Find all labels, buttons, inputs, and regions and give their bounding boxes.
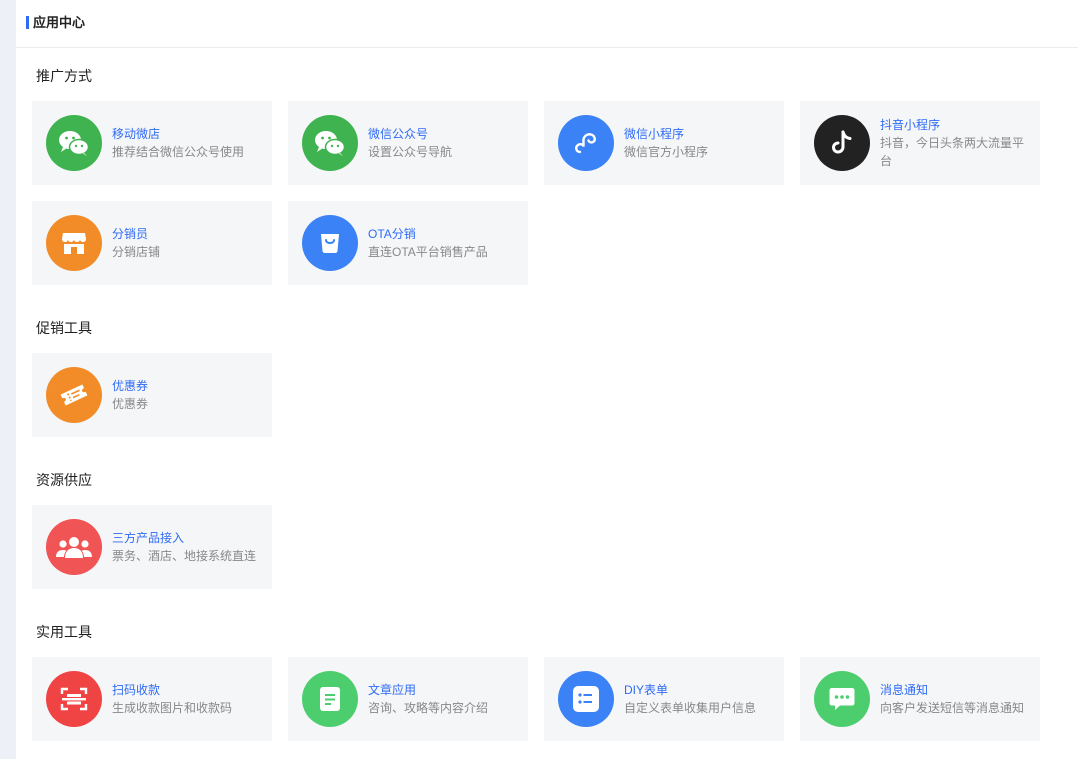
card-name: 文章应用 (368, 683, 417, 697)
tiktok-icon (814, 115, 870, 171)
app-card-scan-payment[interactable]: 扫码收款 生成收款图片和收款码 (32, 657, 272, 741)
app-card-third-party-products[interactable]: 三方产品接入 票务、酒店、地接系统直连 (32, 505, 272, 589)
app-card-ota-distribution[interactable]: OTA分销 直连OTA平台销售产品 (288, 201, 528, 285)
card-name: 优惠券 (112, 379, 149, 393)
card-grid: 移动微店 推荐结合微信公众号使用 微信公众号 设置公众号导航 微信小程序 微信官… (32, 101, 1072, 285)
card-description: 直连OTA平台销售产品 (368, 245, 488, 259)
card-name: 微信公众号 (368, 127, 429, 141)
app-card-distributor[interactable]: 分销员 分销店铺 (32, 201, 272, 285)
card-name: DIY表单 (624, 683, 669, 697)
card-text: 微信公众号 设置公众号导航 (368, 126, 518, 161)
card-text: 优惠券 优惠券 (112, 378, 262, 413)
form-icon (558, 671, 614, 727)
card-text: 消息通知 向客户发送短信等消息通知 (880, 682, 1030, 717)
card-text: 微信小程序 微信官方小程序 (624, 126, 774, 161)
store-icon (46, 215, 102, 271)
card-text: 扫码收款 生成收款图片和收款码 (112, 682, 262, 717)
app-card-wechat-mini-program[interactable]: 微信小程序 微信官方小程序 (544, 101, 784, 185)
app-card-message-notification[interactable]: 消息通知 向客户发送短信等消息通知 (800, 657, 1040, 741)
card-text: 移动微店 推荐结合微信公众号使用 (112, 126, 262, 161)
card-grid: 扫码收款 生成收款图片和收款码 文章应用 咨询、攻略等内容介绍 DIY表单 自定… (32, 657, 1072, 741)
card-name: 移动微店 (112, 127, 161, 141)
section-title: 推广方式 (36, 68, 92, 84)
card-text: 文章应用 咨询、攻略等内容介绍 (368, 682, 518, 717)
coupon-icon (46, 367, 102, 423)
card-description: 抖音，今日头条两大流量平台 (880, 136, 1025, 168)
left-rail (0, 0, 16, 759)
shopping-bag-icon (302, 215, 358, 271)
card-name: 分销员 (112, 227, 149, 241)
card-name: 扫码收款 (112, 683, 161, 697)
app-card-wechat-official-account[interactable]: 微信公众号 设置公众号导航 (288, 101, 528, 185)
wechat-icon (46, 115, 102, 171)
app-card-mobile-store[interactable]: 移动微店 推荐结合微信公众号使用 (32, 101, 272, 185)
message-icon (814, 671, 870, 727)
card-description: 微信官方小程序 (624, 145, 709, 159)
card-name: 抖音小程序 (880, 118, 941, 132)
card-grid: 三方产品接入 票务、酒店、地接系统直连 (32, 505, 1072, 589)
page-title: 应用中心 (33, 15, 86, 30)
card-description: 自定义表单收集用户信息 (624, 701, 757, 715)
card-grid: 优惠券 优惠券 (32, 353, 1072, 437)
section-utility-tools: 实用工具 扫码收款 生成收款图片和收款码 文章应用 咨询、攻略等内容介绍 DIY… (32, 624, 1072, 741)
card-description: 推荐结合微信公众号使用 (112, 145, 245, 159)
card-description: 优惠券 (112, 397, 149, 411)
card-name: 微信小程序 (624, 127, 685, 141)
page-header: 应用中心 (16, 0, 1078, 48)
header-accent-bar (26, 16, 29, 29)
card-description: 设置公众号导航 (368, 145, 453, 159)
card-text: 抖音小程序 抖音，今日头条两大流量平台 (880, 117, 1030, 170)
card-text: OTA分销 直连OTA平台销售产品 (368, 226, 518, 261)
card-name: OTA分销 (368, 227, 416, 241)
article-icon (302, 671, 358, 727)
card-description: 向客户发送短信等消息通知 (880, 701, 1025, 715)
app-card-coupon[interactable]: 优惠券 优惠券 (32, 353, 272, 437)
card-description: 分销店铺 (112, 245, 161, 259)
section-title: 实用工具 (36, 624, 92, 640)
section-promotion-tools: 促销工具 优惠券 优惠券 (32, 320, 1072, 437)
card-name: 消息通知 (880, 683, 929, 697)
app-card-diy-form[interactable]: DIY表单 自定义表单收集用户信息 (544, 657, 784, 741)
wechat-icon (302, 115, 358, 171)
app-card-article[interactable]: 文章应用 咨询、攻略等内容介绍 (288, 657, 528, 741)
section-promotion: 推广方式 移动微店 推荐结合微信公众号使用 微信公众号 设置公众号导航 微信小程… (32, 68, 1072, 285)
card-description: 票务、酒店、地接系统直连 (112, 549, 257, 563)
scan-icon (46, 671, 102, 727)
section-title: 资源供应 (36, 472, 92, 488)
section-title: 促销工具 (36, 320, 92, 336)
card-text: 分销员 分销店铺 (112, 226, 262, 261)
card-description: 生成收款图片和收款码 (112, 701, 233, 715)
app-card-tiktok-mini-program[interactable]: 抖音小程序 抖音，今日头条两大流量平台 (800, 101, 1040, 185)
card-name: 三方产品接入 (112, 531, 185, 545)
section-resource-supply: 资源供应 三方产品接入 票务、酒店、地接系统直连 (32, 472, 1072, 589)
card-description: 咨询、攻略等内容介绍 (368, 701, 489, 715)
card-text: DIY表单 自定义表单收集用户信息 (624, 682, 774, 717)
users-icon (46, 519, 102, 575)
mini-program-icon (558, 115, 614, 171)
card-text: 三方产品接入 票务、酒店、地接系统直连 (112, 530, 262, 565)
